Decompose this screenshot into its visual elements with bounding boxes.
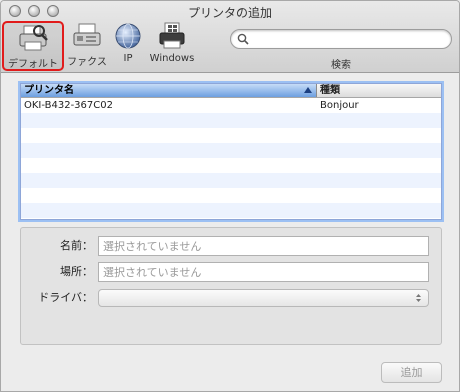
name-label: 名前： [60, 239, 93, 252]
fax-icon [73, 23, 101, 46]
driver-row: ドライバ： [21, 288, 441, 308]
printer-details-panel: 名前： 場所： ドライバ： [20, 227, 442, 345]
toolbar-fax-label: ファクス [67, 57, 107, 68]
printer-name-cell: OKI-B432-367C02 [24, 100, 113, 111]
column-header-printer-name-label: プリンタ名 [24, 85, 74, 96]
table-row [21, 143, 441, 158]
column-header-printer-name[interactable]: プリンタ名 [21, 84, 317, 97]
table-row [21, 188, 441, 203]
toolbar-windows-button[interactable]: Windows [147, 21, 197, 71]
ip-globe-icon [115, 23, 141, 49]
default-printer-icon [19, 25, 48, 51]
printer-kind-cell: Bonjour [320, 100, 359, 111]
chevron-updown-icon [416, 294, 421, 302]
search-icon [237, 33, 249, 45]
toolbar-default-button[interactable]: デフォルト [2, 21, 64, 71]
printer-list-header: プリンタ名 種類 [21, 84, 441, 98]
location-field[interactable] [98, 262, 429, 282]
toolbar-default-label: デフォルト [8, 59, 58, 70]
table-row [21, 113, 441, 128]
driver-select[interactable] [98, 289, 429, 307]
toolbar-fax-button[interactable]: ファクス [67, 21, 107, 71]
toolbar-windows-label: Windows [149, 53, 195, 64]
search-input[interactable] [253, 32, 443, 46]
add-printer-window: プリンタの追加 デフォルト ファクス IP Windows 検索 プリンタ名 種… [0, 0, 460, 392]
table-row [21, 203, 441, 218]
toolbar-ip-button[interactable]: IP [111, 21, 145, 71]
toolbar-ip-label: IP [123, 53, 133, 64]
column-header-kind[interactable]: 種類 [317, 84, 441, 97]
printer-rows: OKI-B432-367C02 Bonjour [21, 98, 441, 218]
name-row: 名前： [21, 236, 441, 256]
windows-printer-icon [159, 22, 185, 49]
name-field[interactable] [98, 236, 429, 256]
window-title: プリンタの追加 [187, 6, 272, 20]
table-row [21, 173, 441, 188]
table-row [21, 158, 441, 173]
toolbar: プリンタの追加 デフォルト ファクス IP Windows 検索 [1, 1, 459, 73]
search-field[interactable] [230, 29, 452, 49]
driver-label: ドライバ： [38, 291, 93, 304]
location-row: 場所： [21, 262, 441, 282]
printer-list[interactable]: プリンタ名 種類 OKI-B432-367C02 Bonjour [20, 83, 442, 220]
table-row [21, 128, 441, 143]
table-row[interactable]: OKI-B432-367C02 Bonjour [21, 98, 441, 113]
search-label: 検索 [331, 60, 351, 71]
location-label: 場所： [60, 265, 93, 278]
sort-ascending-icon [304, 87, 312, 93]
add-button[interactable]: 追加 [381, 362, 442, 383]
